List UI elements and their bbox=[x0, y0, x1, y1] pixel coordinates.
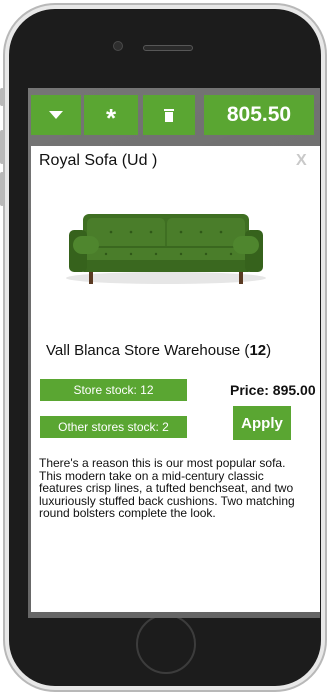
trash-icon bbox=[164, 108, 174, 122]
product-description: There's a reason this is our most popula… bbox=[39, 456, 295, 520]
delete-button[interactable] bbox=[143, 95, 195, 135]
app-screen: * 805.50 Royal Sofa (Ud ) X Vall Blanca … bbox=[28, 88, 320, 618]
sofa-image bbox=[66, 214, 266, 284]
warehouse-count: 12 bbox=[249, 342, 267, 359]
apply-button[interactable]: Apply bbox=[233, 406, 291, 440]
store-stock-button[interactable]: Store stock: 12 bbox=[40, 379, 187, 401]
volume-down-button bbox=[0, 172, 4, 206]
home-button[interactable] bbox=[136, 614, 196, 674]
favorite-button[interactable]: * bbox=[84, 95, 138, 135]
other-stores-stock-button[interactable]: Other stores stock: 2 bbox=[40, 416, 187, 438]
cart-total[interactable]: 805.50 bbox=[204, 95, 314, 135]
mute-switch bbox=[0, 88, 4, 106]
menu-dropdown-button[interactable] bbox=[31, 95, 81, 135]
front-camera bbox=[113, 41, 123, 51]
earpiece-speaker bbox=[143, 45, 193, 51]
phone-frame: * 805.50 Royal Sofa (Ud ) X Vall Blanca … bbox=[0, 0, 330, 695]
product-detail-panel: Royal Sofa (Ud ) X Vall Blanca Store War… bbox=[31, 146, 320, 612]
asterisk-icon: * bbox=[105, 103, 117, 133]
product-image bbox=[61, 192, 271, 294]
volume-up-button bbox=[0, 130, 4, 164]
warehouse-label: Vall Blanca Store Warehouse (12) bbox=[46, 342, 272, 359]
toolbar: * 805.50 bbox=[31, 95, 320, 135]
price-label: Price: 895.00 bbox=[230, 382, 316, 398]
product-title: Royal Sofa (Ud ) bbox=[39, 152, 158, 169]
triangle-down-icon bbox=[49, 111, 63, 119]
close-button[interactable]: X bbox=[296, 152, 307, 170]
